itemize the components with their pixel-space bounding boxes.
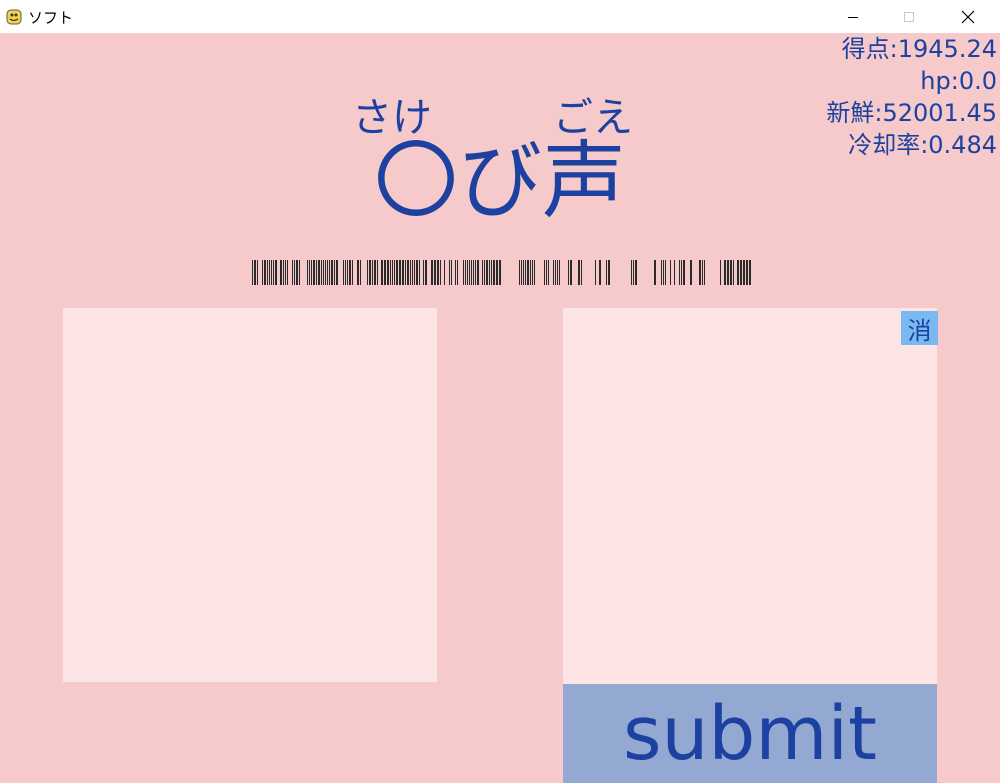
app-icon (6, 9, 22, 25)
game-canvas: 得点:1945.24 hp:0.0 新鮮:52001.45 冷却率:0.484 … (0, 33, 1000, 783)
puzzle-title: 〇び声 (373, 132, 626, 230)
window-titlebar: ソフト (0, 0, 1000, 34)
maximize-icon (904, 11, 914, 22)
window-title: ソフト (28, 9, 74, 27)
timer-barcode (252, 260, 751, 285)
freshness-label: 新鮮:52001.45 (826, 99, 997, 127)
close-button[interactable] (945, 0, 991, 33)
submit-button[interactable]: submit (563, 684, 937, 783)
hp-label: hp:0.0 (920, 67, 997, 95)
score-label: 得点:1945.24 (841, 35, 997, 63)
drawing-area-right[interactable] (563, 308, 937, 684)
erase-button[interactable]: 消 (901, 311, 938, 345)
drawing-area-left[interactable] (63, 308, 437, 682)
minimize-icon (848, 16, 858, 18)
minimize-button[interactable] (830, 0, 876, 33)
maximize-button[interactable] (886, 0, 932, 33)
close-icon (961, 10, 975, 23)
